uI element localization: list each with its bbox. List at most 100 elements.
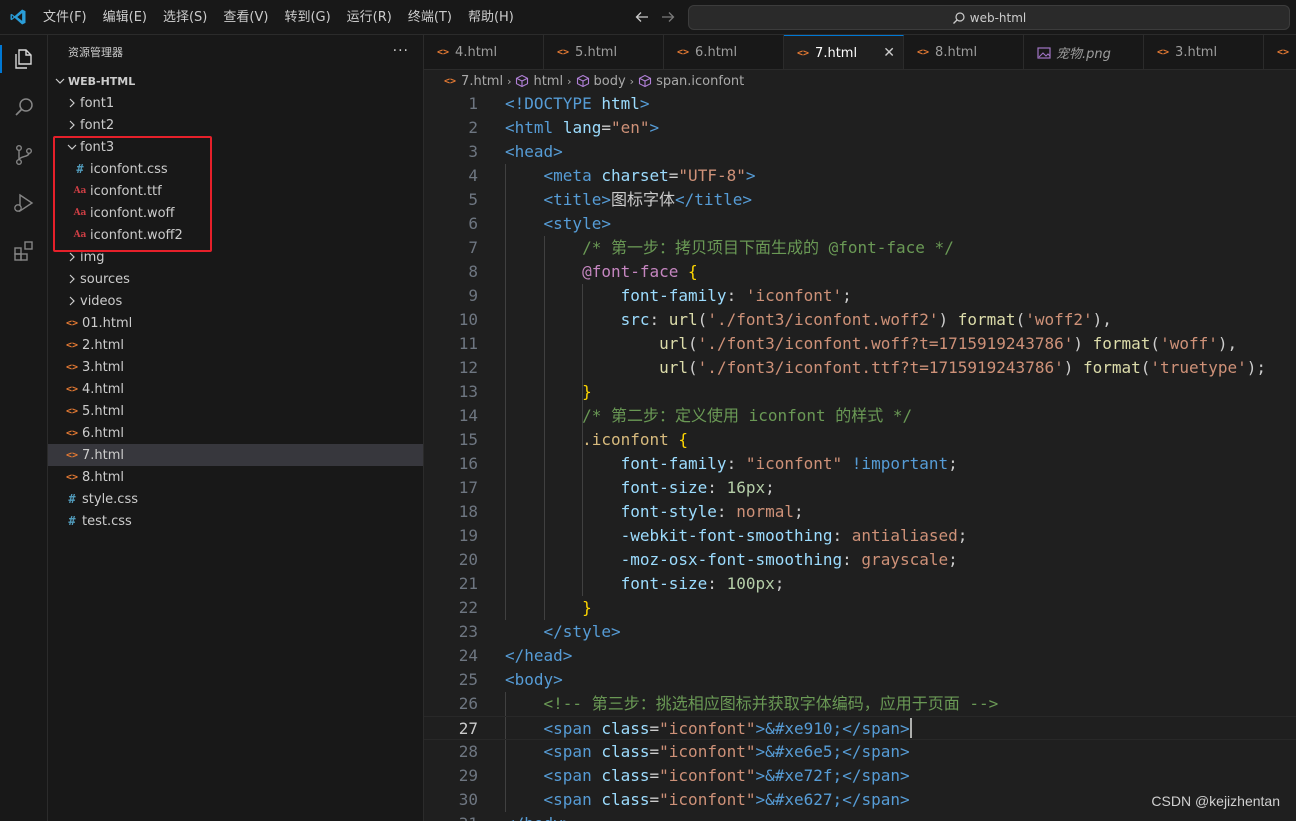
- code-line[interactable]: 11 url('./font3/iconfont.woff?t=17159192…: [424, 332, 1296, 356]
- code-token: ;: [793, 502, 804, 521]
- tree-file[interactable]: <> 01.html: [48, 312, 423, 334]
- source-control-icon[interactable]: [12, 143, 36, 167]
- tab-4.html[interactable]: <> 4.html: [424, 35, 544, 69]
- close-icon[interactable]: ✕: [883, 45, 895, 61]
- code-line[interactable]: 6 <style>: [424, 212, 1296, 236]
- breadcrumb-item[interactable]: 7.html: [461, 74, 503, 89]
- code-line[interactable]: 16 font-family: "iconfont" !important;: [424, 452, 1296, 476]
- menu-item[interactable]: 运行(R): [339, 0, 400, 35]
- code-line[interactable]: 25 <body>: [424, 668, 1296, 692]
- code-line[interactable]: 12 url('./font3/iconfont.ttf?t=171591924…: [424, 356, 1296, 380]
- tab-8.html[interactable]: <> 8.html: [904, 35, 1024, 69]
- code-editor[interactable]: 1 <!DOCTYPE html> 2 <html lang="en"> 3 <head>…: [424, 92, 1296, 821]
- html-file-icon: <>: [437, 47, 450, 58]
- code-token: <title>: [543, 190, 611, 209]
- code-line[interactable]: 1 <!DOCTYPE html>: [424, 92, 1296, 116]
- command-center-search[interactable]: web-html: [688, 5, 1290, 30]
- element-cube-icon: [576, 74, 589, 88]
- tree-file[interactable]: <> 2.html: [48, 334, 423, 356]
- code-line[interactable]: 22 }: [424, 596, 1296, 620]
- code-line[interactable]: 24 </head>: [424, 644, 1296, 668]
- breadcrumb-item[interactable]: html: [533, 74, 563, 89]
- code-line[interactable]: 3 <head>: [424, 140, 1296, 164]
- code-line[interactable]: 18 font-style: normal;: [424, 500, 1296, 524]
- tree-folder[interactable]: WEB-HTML: [48, 70, 423, 92]
- tab-6.html[interactable]: <> 6.html: [664, 35, 784, 69]
- tree-folder[interactable]: font1: [48, 92, 423, 114]
- tab-more[interactable]: <>: [1264, 35, 1296, 69]
- code-token: @font-face: [582, 262, 679, 281]
- code-token: font-family: [620, 286, 727, 305]
- tree-item-label: 2.html: [82, 337, 125, 353]
- code-line[interactable]: 4 <meta charset="UTF-8">: [424, 164, 1296, 188]
- tab-5.html[interactable]: <> 5.html: [544, 35, 664, 69]
- code-line[interactable]: 8 @font-face {: [424, 260, 1296, 284]
- tree-file[interactable]: <> 4.html: [48, 378, 423, 400]
- tree-file[interactable]: <> 8.html: [48, 466, 423, 488]
- tab-7.html[interactable]: <> 7.html ✕: [784, 35, 904, 69]
- tree-file[interactable]: # style.css: [48, 488, 423, 510]
- arrow-right-icon[interactable]: [659, 8, 677, 26]
- run-debug-icon[interactable]: [12, 191, 36, 215]
- menu-item[interactable]: 查看(V): [215, 0, 276, 35]
- tab-label: 5.html: [575, 45, 618, 60]
- tree-folder[interactable]: font2: [48, 114, 423, 136]
- tree-file[interactable]: <> 3.html: [48, 356, 423, 378]
- tree-file[interactable]: <> 7.html: [48, 444, 423, 466]
- menu-item[interactable]: 文件(F): [35, 0, 95, 35]
- code-line[interactable]: 9 font-family: 'iconfont';: [424, 284, 1296, 308]
- tab-3.html[interactable]: <> 3.html: [1144, 35, 1264, 69]
- code-line[interactable]: 2 <html lang="en">: [424, 116, 1296, 140]
- code-line[interactable]: 15 .iconfont {: [424, 428, 1296, 452]
- code-line[interactable]: 5 <title>图标字体</title>: [424, 188, 1296, 212]
- search-icon[interactable]: [12, 95, 36, 119]
- menu-item[interactable]: 选择(S): [155, 0, 215, 35]
- code-line[interactable]: 17 font-size: 16px;: [424, 476, 1296, 500]
- tree-file[interactable]: <> 5.html: [48, 400, 423, 422]
- code-line[interactable]: 29 <span class="iconfont">&#xe72f;</span…: [424, 764, 1296, 788]
- tree-file[interactable]: # test.css: [48, 510, 423, 532]
- arrow-left-icon[interactable]: [633, 8, 651, 26]
- tree-file[interactable]: <> 6.html: [48, 422, 423, 444]
- tree-folder[interactable]: sources: [48, 268, 423, 290]
- code-token: "iconfont": [659, 719, 756, 738]
- code-token: ): [1073, 334, 1093, 353]
- code-line[interactable]: 26 <!-- 第三步：挑选相应图标并获取字体编码，应用于页面 -->: [424, 692, 1296, 716]
- code-line[interactable]: 31 </body>: [424, 812, 1296, 821]
- menu-item[interactable]: 转到(G): [276, 0, 338, 35]
- code-line[interactable]: 20 -moz-osx-font-smoothing: grayscale;: [424, 548, 1296, 572]
- code-line[interactable]: 13 }: [424, 380, 1296, 404]
- html-file-icon: <>: [1277, 47, 1290, 58]
- code-line[interactable]: 27 <span class="iconfont">&#xe910;</span…: [424, 716, 1296, 740]
- breadcrumb-item[interactable]: body: [594, 74, 626, 89]
- menu-item[interactable]: 帮助(H): [460, 0, 522, 35]
- vscode-logo-icon[interactable]: [9, 8, 27, 26]
- menu-item[interactable]: 编辑(E): [95, 0, 155, 35]
- code-line[interactable]: 21 font-size: 100px;: [424, 572, 1296, 596]
- code-token: :: [842, 550, 862, 569]
- tab-label: 宠物.png: [1056, 47, 1111, 62]
- line-number: 6: [468, 214, 478, 233]
- tree-folder[interactable]: videos: [48, 290, 423, 312]
- code-line[interactable]: 14 /* 第二步：定义使用 iconfont 的样式 */: [424, 404, 1296, 428]
- code-line[interactable]: 19 -webkit-font-smoothing: antialiased;: [424, 524, 1296, 548]
- code-line[interactable]: 28 <span class="iconfont">&#xe6e5;</span…: [424, 740, 1296, 764]
- code-line[interactable]: 7 /* 第一步：拷贝项目下面生成的 @font-face */: [424, 236, 1296, 260]
- code-token: "iconfont": [659, 766, 756, 785]
- code-line[interactable]: 10 src: url('./font3/iconfont.woff2') fo…: [424, 308, 1296, 332]
- menu-item[interactable]: 终端(T): [400, 0, 460, 35]
- extensions-icon[interactable]: [12, 239, 36, 263]
- explorer-files-icon[interactable]: [12, 47, 36, 71]
- tree-item-label: WEB-HTML: [68, 74, 136, 88]
- code-token: ;: [765, 478, 775, 497]
- tab-宠物.png[interactable]: 宠物.png: [1024, 35, 1144, 69]
- more-actions-button[interactable]: ···: [393, 35, 409, 70]
- code-line[interactable]: 23 </style>: [424, 620, 1296, 644]
- breadcrumb-item[interactable]: span.iconfont: [656, 74, 744, 89]
- html-file-icon: <>: [797, 47, 810, 59]
